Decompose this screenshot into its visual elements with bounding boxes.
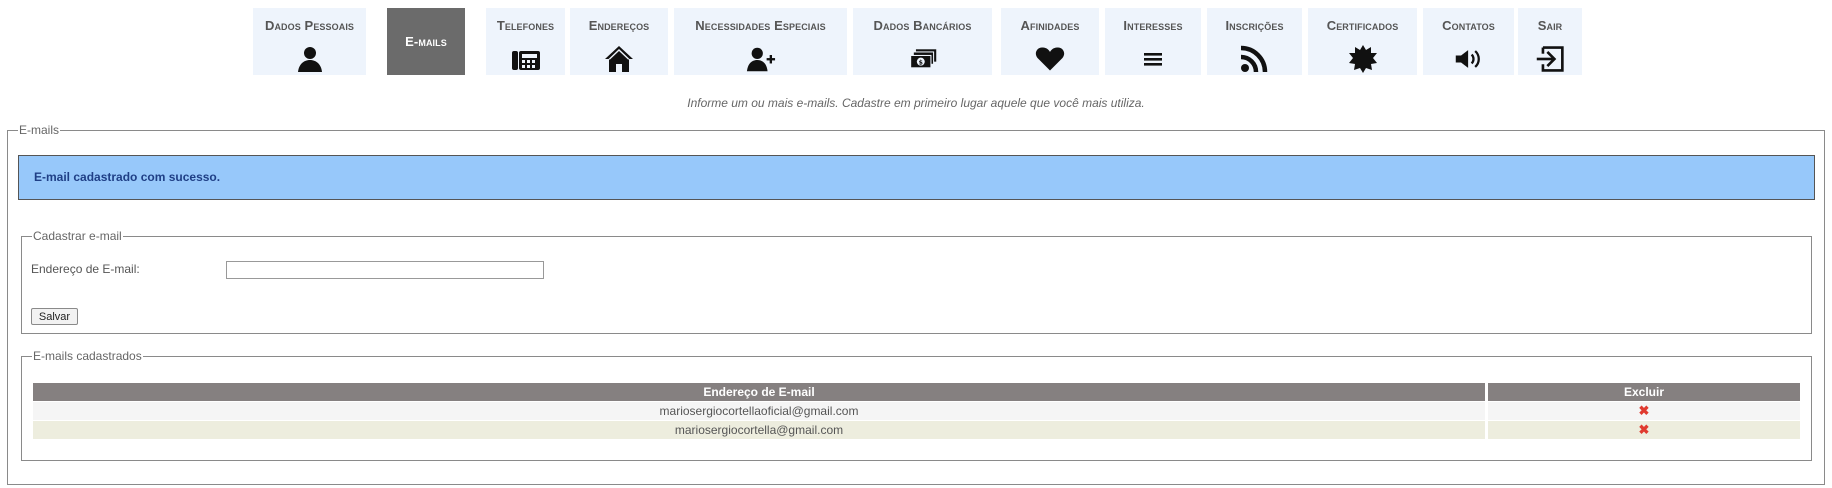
tab-necessidades-especiais[interactable]: Necessidades Especiais [674, 8, 847, 75]
tab-inscricoes[interactable]: Inscrições [1207, 8, 1302, 75]
tab-dados-bancarios[interactable]: Dados Bancários $ [853, 8, 992, 75]
tab-label: Interesses [1123, 18, 1183, 33]
tab-label: Afinidades [1020, 18, 1080, 33]
register-email-fieldset: Cadastrar e-mail [21, 229, 1812, 334]
user-plus-icon [746, 46, 776, 72]
money-icon: $ [908, 46, 938, 72]
email-address-input[interactable] [226, 261, 544, 279]
tab-label: Telefones [496, 18, 555, 33]
tab-interesses[interactable]: Interesses [1105, 8, 1201, 75]
exit-icon [1535, 46, 1565, 72]
emails-legend: E-mails [18, 123, 61, 137]
home-icon [604, 46, 634, 72]
tab-contatos[interactable]: Contatos [1423, 8, 1514, 75]
tab-label: Certificados [1326, 18, 1399, 33]
tab-enderecos[interactable]: Endereços [570, 8, 668, 75]
profile-tab-menu-row: Telefones Endereços Necessidades Especia… [0, 8, 1832, 75]
delete-cell: ✖ [1488, 402, 1800, 420]
tab-afinidades[interactable]: Afinidades [1001, 8, 1099, 75]
email-cell: mariosergiocortella@gmail.com [33, 421, 1485, 439]
tab-label: Sair [1537, 18, 1563, 33]
heart-icon [1035, 46, 1065, 72]
delete-icon[interactable]: ✖ [1639, 402, 1650, 420]
column-header-delete: Excluir [1488, 383, 1800, 401]
email-address-label: Endereço de E-mail: [31, 262, 140, 276]
table-row: mariosergiocortella@gmail.com ✖ [33, 421, 1800, 439]
rss-icon [1240, 45, 1270, 73]
registered-emails-table: Endereço de E-mail Excluir mariosergioco… [33, 383, 1800, 440]
tab-label: Necessidades Especiais [695, 18, 826, 33]
save-button[interactable]: Salvar [31, 308, 78, 325]
tab-telefones[interactable]: Telefones [486, 8, 565, 75]
tab-sair[interactable]: Sair [1518, 8, 1582, 75]
tab-label: Endereços [588, 18, 650, 33]
delete-icon[interactable]: ✖ [1639, 421, 1650, 439]
speaker-icon [1454, 46, 1484, 72]
delete-cell: ✖ [1488, 421, 1800, 439]
registered-emails-legend: E-mails cadastrados [32, 349, 143, 363]
svg-text:$: $ [918, 59, 922, 66]
register-email-legend: Cadastrar e-mail [32, 229, 123, 243]
table-row: mariosergiocortellaoficial@gmail.com ✖ [33, 402, 1800, 420]
success-message: E-mail cadastrado com sucesso. [18, 155, 1815, 200]
instructions-text: Informe um ou mais e-mails. Cadastre em … [687, 96, 1145, 110]
tab-label: Contatos [1442, 18, 1495, 33]
email-cell: mariosergiocortellaoficial@gmail.com [33, 402, 1485, 420]
table-header-row: Endereço de E-mail Excluir [33, 383, 1800, 401]
tab-label: Inscrições [1225, 18, 1284, 33]
phone-icon [511, 46, 541, 72]
column-header-email: Endereço de E-mail [33, 383, 1485, 401]
list-icon [1138, 46, 1168, 72]
tab-label: Dados Bancários [873, 18, 972, 33]
badge-icon [1348, 45, 1378, 73]
tab-certificados[interactable]: Certificados [1308, 8, 1417, 75]
